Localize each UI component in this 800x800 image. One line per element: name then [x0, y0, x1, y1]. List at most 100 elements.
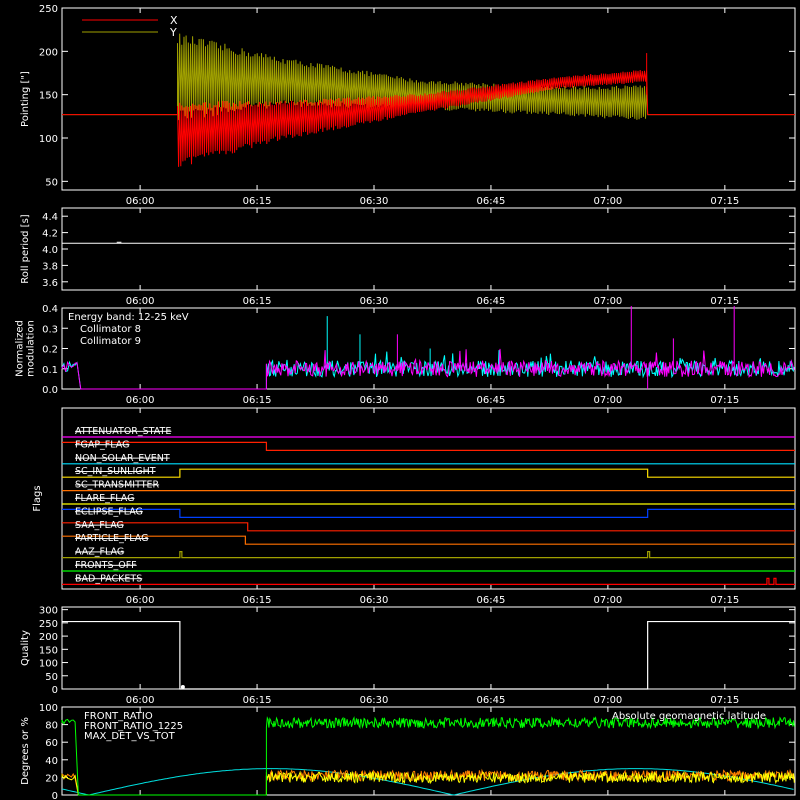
energy-band-annotation: Energy band: 12-25 keV: [68, 312, 189, 323]
y-axis-label: modulation: [26, 320, 37, 377]
summary-plot: 06:00 06:15 06:30 06:45 07:00 07:15 50 100 150 20…: [0, 0, 800, 800]
panel-2: 06:00 06:15 06:30 06:45 07:00 07:15 3.6 3.8 4.0 4…: [20, 207, 796, 307]
x-tick-label: 07:15: [710, 595, 739, 606]
x-tick-label: 06:15: [243, 595, 272, 606]
y-tick-label: 60: [45, 738, 58, 749]
x-tick-label: 06:30: [360, 695, 389, 706]
y-axis-label: Normalized: [15, 320, 26, 377]
y-tick-label: 200: [39, 47, 58, 58]
latitude-annotation: Absolute geomagnetic latitude: [612, 711, 766, 722]
x-tick-label: 06:00: [126, 395, 155, 406]
y-axis-label: Flags: [32, 485, 43, 511]
legend-label: Collimator 8: [80, 324, 141, 335]
x-tick-label: 06:45: [477, 296, 506, 307]
y-axis-label: Pointing ["]: [20, 71, 31, 127]
x-tick-label: 07:15: [710, 196, 739, 207]
panel-frame: [61, 207, 796, 291]
y-tick-label: 40: [45, 756, 58, 767]
flag-label: AAZ_FLAG: [75, 547, 124, 558]
y-axis-label: Roll period [s]: [20, 214, 31, 283]
legend-label: Collimator 9: [80, 336, 141, 347]
x-tick-label: 06:30: [360, 196, 389, 207]
y-tick-label: 3.6: [42, 278, 58, 289]
x-tick-label: 06:45: [477, 395, 506, 406]
y-tick-label: 0.2: [42, 345, 58, 356]
legend-label: MAX_DET_VS_TOT: [84, 731, 176, 742]
plot-canvas: 06:00 06:15 06:30 06:45 07:00 07:15 50 100 150 20…: [15, 4, 796, 800]
quality-marker: [180, 685, 185, 689]
panel-4: 06:00 06:15 06:30 06:45 07:00 07:15 Flags ATTEN…: [32, 407, 796, 606]
x-tick-label: 07:00: [593, 695, 622, 706]
y-tick-label: 4.2: [42, 229, 58, 240]
flag-line-aaz-flag: [62, 551, 795, 559]
flag-label: NON_SOLAR_EVENT: [75, 453, 170, 464]
panel-1: 06:00 06:15 06:30 06:45 07:00 07:15 50 100 150 20…: [20, 4, 796, 207]
x-tick-label: 07:00: [593, 296, 622, 307]
series-x-line: [62, 70, 795, 167]
flag-label: SC_TRANSMITTER: [75, 480, 160, 491]
x-tick-label: 06:30: [360, 296, 389, 307]
flag-label: BAD_PACKETS: [75, 573, 142, 584]
x-tick-label: 06:30: [360, 595, 389, 606]
y-tick-label: 250: [39, 619, 58, 630]
y-tick-label: 50: [45, 177, 58, 188]
series-collimator-9: [61, 348, 795, 390]
x-tick-label: 06:30: [360, 395, 389, 406]
y-tick-label: 150: [39, 91, 58, 102]
x-tick-label: 06:00: [126, 296, 155, 307]
x-tick-label: 07:15: [710, 695, 739, 706]
flag-line-bad-packets: [62, 577, 795, 585]
x-tick-label: 06:15: [243, 296, 272, 307]
y-tick-label: 300: [39, 606, 58, 617]
y-tick-label: 0: [52, 685, 58, 696]
panel-5: 06:00 06:15 06:30 06:45 07:00 07:15 0 50 100 150 2…: [20, 606, 796, 706]
x-tick-label: 07:00: [593, 196, 622, 207]
y-tick-label: 0.3: [42, 324, 58, 335]
x-tick-label: 06:15: [243, 695, 272, 706]
y-axis-label: Quality: [20, 630, 31, 666]
flag-line-sc-in-sunlight: [62, 468, 795, 478]
y-tick-label: 0: [52, 791, 58, 800]
panel-frame: [61, 407, 796, 590]
flag-label: FLARE_FLAG: [75, 493, 135, 504]
x-tick-label: 07:15: [710, 296, 739, 307]
y-tick-label: 0.4: [42, 304, 58, 315]
flag-label: ATTENUATOR_STATE: [75, 426, 171, 437]
x-tick-label: 06:15: [243, 395, 272, 406]
y-tick-label: 3.8: [42, 261, 58, 272]
x-tick-label: 06:00: [126, 695, 155, 706]
x-tick-label: 07:00: [593, 595, 622, 606]
panel-6: 020406080100Degrees or %FRONT_RATIOFRONT…: [20, 703, 796, 800]
x-tick-label: 06:45: [477, 695, 506, 706]
y-tick-label: 100: [39, 703, 58, 714]
y-tick-label: 100: [39, 659, 58, 670]
y-tick-label: 200: [39, 632, 58, 643]
legend-label: Y: [169, 26, 177, 39]
y-tick-label: 80: [45, 721, 58, 732]
flag-label: FGAP_FLAG: [75, 439, 129, 450]
y-tick-label: 50: [45, 672, 58, 683]
flag-line-saa-flag: [62, 522, 795, 532]
flag-label: FRONTS_OFF: [75, 560, 137, 571]
x-tick-label: 06:00: [126, 595, 155, 606]
panel-frame: [61, 606, 796, 690]
x-tick-label: 06:15: [243, 196, 272, 207]
flag-line-particle-flag: [62, 535, 795, 545]
y-tick-label: 250: [39, 4, 58, 15]
flag-line-fgap-flag: [62, 441, 795, 451]
flag-label: PARTICLE_FLAG: [75, 533, 148, 544]
y-axis-label: Degrees or %: [20, 717, 31, 785]
x-tick-label: 07:00: [593, 395, 622, 406]
flag-label: SC_IN_SUNLIGHT: [75, 466, 156, 477]
x-tick-label: 06:45: [477, 196, 506, 207]
y-tick-label: 4.0: [42, 245, 58, 256]
flag-label: SAA_FLAG: [75, 520, 124, 531]
x-tick-label: 06:45: [477, 595, 506, 606]
series-front-ratio: [61, 770, 795, 796]
flag-line-eclipse-flag: [62, 508, 795, 518]
flag-label: ECLIPSE_FLAG: [75, 506, 143, 517]
series-collimator-8: [61, 350, 795, 390]
y-tick-label: 0.0: [42, 385, 58, 396]
y-tick-label: 0.1: [42, 365, 58, 376]
panel-3: 06:00 06:15 06:30 06:45 07:00 07:15 0.0 0.1 0.2 0…: [15, 304, 796, 406]
